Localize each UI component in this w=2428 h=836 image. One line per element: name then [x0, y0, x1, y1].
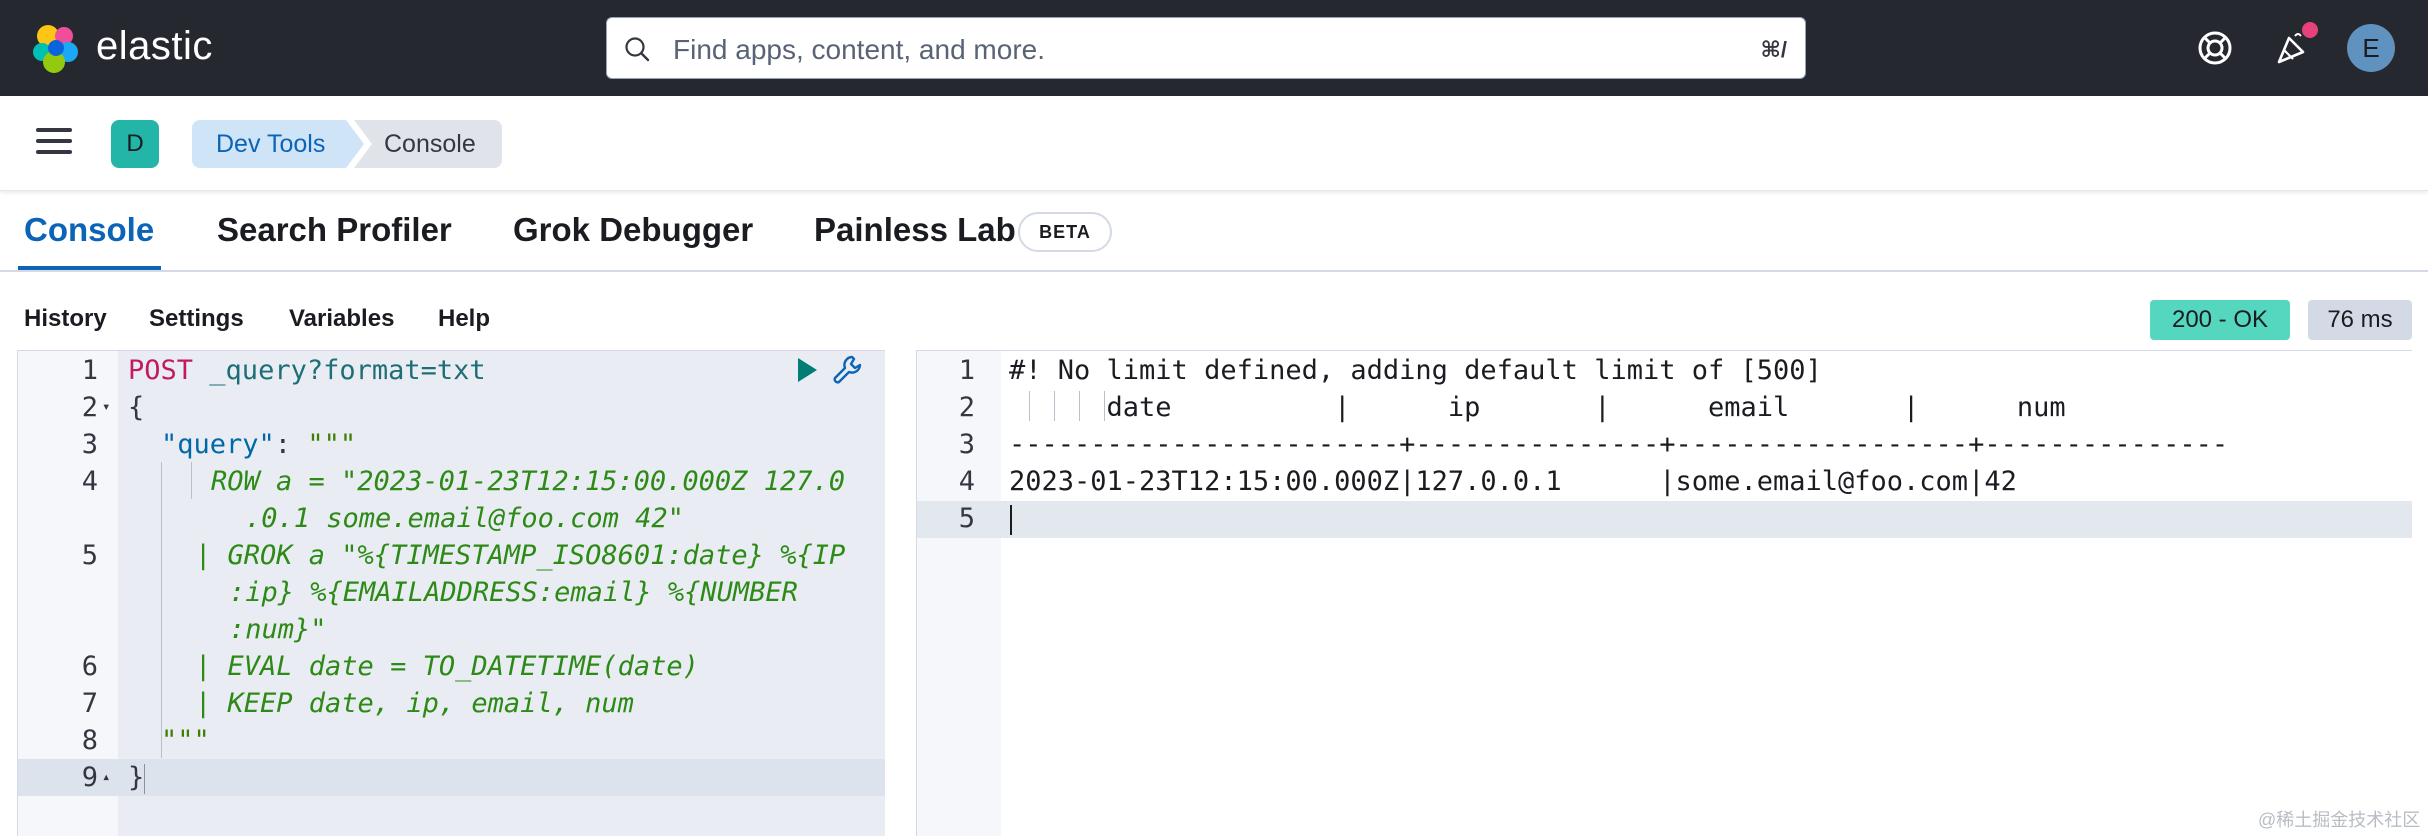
line-number: 8 — [81, 725, 98, 756]
space-avatar[interactable]: D — [111, 120, 159, 168]
dev-tools-tabs: Console Search Profiler Grok Debugger Pa… — [0, 191, 2428, 272]
breadcrumb-bar: D Dev Tools Console — [0, 96, 2428, 191]
request-editor[interactable]: 1 2 ▾ 3 4 5 6 7 8 9 ▴ POST _query?format… — [17, 350, 885, 836]
user-avatar[interactable]: E — [2347, 24, 2395, 72]
line-number: 9 — [81, 762, 98, 793]
top-header: elastic Find apps, content, and more. ⌘/… — [0, 0, 2428, 96]
response-viewer[interactable]: 1 2 3 4 5 #! No limit defined, adding de… — [916, 350, 2412, 836]
status-badge: 200 - OK — [2150, 300, 2290, 340]
elastic-logo-icon[interactable] — [30, 22, 82, 74]
response-data-row: 2023-01-23T12:15:00.000Z|127.0.0.1 |some… — [1009, 466, 2017, 497]
bracket-match-marker — [144, 764, 145, 794]
settings-button[interactable]: Settings — [149, 305, 244, 333]
duration-badge: 76 ms — [2308, 300, 2412, 340]
help-button[interactable]: Help — [438, 305, 490, 333]
fold-arrow-icon[interactable]: ▾ — [102, 399, 110, 415]
query-key: "query" — [161, 429, 275, 460]
open-brace: { — [128, 392, 145, 423]
colon: : — [274, 429, 308, 460]
line-number: 5 — [81, 540, 98, 571]
active-line-highlight — [18, 759, 885, 796]
line-number: 1 — [958, 355, 975, 386]
line-number: 2 — [958, 392, 975, 423]
search-placeholder: Find apps, content, and more. — [673, 34, 1045, 65]
hamburger-menu-icon[interactable] — [36, 128, 72, 158]
response-comment-line: #! No limit defined, adding default limi… — [1009, 355, 1822, 386]
wrench-settings-icon[interactable] — [830, 353, 864, 387]
response-separator-row: ------------------------+---------------… — [1009, 429, 2229, 460]
help-lifebuoy-icon[interactable] — [2195, 28, 2235, 68]
watermark: @稀土掘金技术社区 — [2258, 810, 2421, 830]
response-gutter — [917, 351, 1001, 836]
line-number: 3 — [958, 429, 975, 460]
esql-grok-line-wrap: :num}" — [229, 614, 327, 645]
active-tab-indicator — [18, 266, 161, 270]
text-cursor — [1010, 505, 1012, 535]
line-number: 3 — [81, 429, 98, 460]
line-number: 1 — [81, 355, 98, 386]
fold-arrow-icon[interactable]: ▴ — [102, 769, 110, 785]
search-icon — [625, 37, 650, 62]
esql-keep-line: | KEEP date, ip, email, num — [195, 688, 634, 719]
play-run-icon[interactable] — [794, 355, 820, 385]
breadcrumb-dev-tools[interactable]: Dev Tools — [192, 120, 364, 168]
esql-grok-line: | GROK a "%{TIMESTAMP_ISO8601:date} %{IP — [195, 540, 846, 571]
tab-painless-lab[interactable]: Painless Lab — [814, 211, 1016, 249]
global-search-input[interactable]: Find apps, content, and more. ⌘/ — [606, 17, 1806, 79]
brand-name[interactable]: elastic — [96, 24, 213, 69]
request-path: _query?format=txt — [209, 355, 486, 386]
triple-quote-open: """ — [307, 429, 357, 460]
line-number: 5 — [958, 503, 975, 534]
variables-button[interactable]: Variables — [289, 305, 394, 333]
request-line-method: POST _query?format=txt — [128, 355, 486, 386]
triple-quote-close: """ — [161, 725, 210, 756]
tab-console[interactable]: Console — [24, 211, 154, 249]
indent-guide — [161, 462, 162, 536]
esql-grok-line-wrap: :ip} %{EMAILADDRESS:email} %{NUMBER — [229, 577, 798, 608]
response-header-row: date | ip | email | num — [1009, 392, 2164, 423]
close-brace: } — [128, 762, 145, 793]
http-method: POST — [128, 355, 194, 386]
indent-guide — [191, 462, 192, 499]
tab-search-profiler[interactable]: Search Profiler — [217, 211, 452, 249]
line-number: 4 — [958, 466, 975, 497]
line-number: 4 — [81, 466, 98, 497]
line-number: 7 — [81, 688, 98, 719]
pane-resizer[interactable] — [885, 350, 916, 836]
tab-grok-debugger[interactable]: Grok Debugger — [513, 211, 753, 249]
notification-dot — [2300, 20, 2320, 40]
request-line-query: "query": """ — [161, 429, 356, 460]
esql-row-line: ROW a = "2023-01-23T12:15:00.000Z 127.0 — [211, 466, 845, 497]
esql-eval-line: | EVAL date = TO_DATETIME(date) — [195, 651, 699, 682]
line-number: 2 — [81, 392, 98, 423]
history-button[interactable]: History — [24, 305, 107, 333]
breadcrumb-console: Console — [354, 120, 502, 168]
beta-badge: BETA — [1018, 212, 1112, 252]
line-number: 6 — [81, 651, 98, 682]
search-shortcut: ⌘/ — [1760, 37, 1787, 62]
esql-row-line-wrap: .0.1 some.email@foo.com 42" — [245, 503, 684, 534]
active-line-highlight — [917, 501, 2412, 538]
